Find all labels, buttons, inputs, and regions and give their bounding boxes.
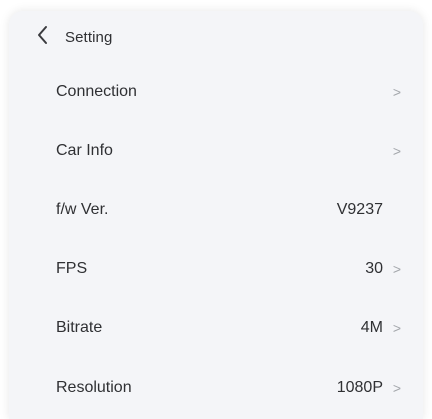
row-label: f/w Ver.	[56, 200, 109, 218]
chevron-right-icon: >	[392, 83, 402, 100]
settings-row-bitrate[interactable]: Bitrate 4M >	[9, 299, 423, 358]
row-label: Connection	[56, 82, 137, 100]
chevron-right-icon: >	[392, 261, 402, 278]
page-title: Setting	[65, 29, 113, 46]
header: Setting	[9, 11, 423, 67]
settings-row-fps[interactable]: FPS 30 >	[9, 240, 423, 299]
resolution-value: 1080P	[336, 378, 383, 396]
fw-version-value: V9237	[336, 200, 383, 218]
settings-row-resolution[interactable]: Resolution 1080P >	[9, 358, 423, 417]
settings-list: Connection > Car Info > f/w Ver. V9237 F…	[9, 62, 423, 417]
settings-row-car-info[interactable]: Car Info >	[9, 121, 423, 180]
chevron-right-icon: >	[392, 320, 402, 337]
chevron-right-icon: >	[392, 142, 402, 159]
bitrate-value: 4M	[360, 319, 383, 337]
settings-panel: Setting Connection > Car Info > f/w Ver.…	[9, 11, 423, 419]
settings-row-fw-version: f/w Ver. V9237	[9, 180, 423, 239]
row-label: Bitrate	[56, 319, 103, 337]
back-button[interactable]	[31, 25, 55, 49]
row-label: Car Info	[56, 141, 113, 159]
row-label: FPS	[56, 260, 88, 278]
chevron-right-icon: >	[392, 379, 402, 396]
row-label: Resolution	[56, 378, 132, 396]
chevron-left-icon	[36, 25, 50, 50]
fps-value: 30	[365, 260, 383, 278]
settings-row-connection[interactable]: Connection >	[9, 62, 423, 121]
